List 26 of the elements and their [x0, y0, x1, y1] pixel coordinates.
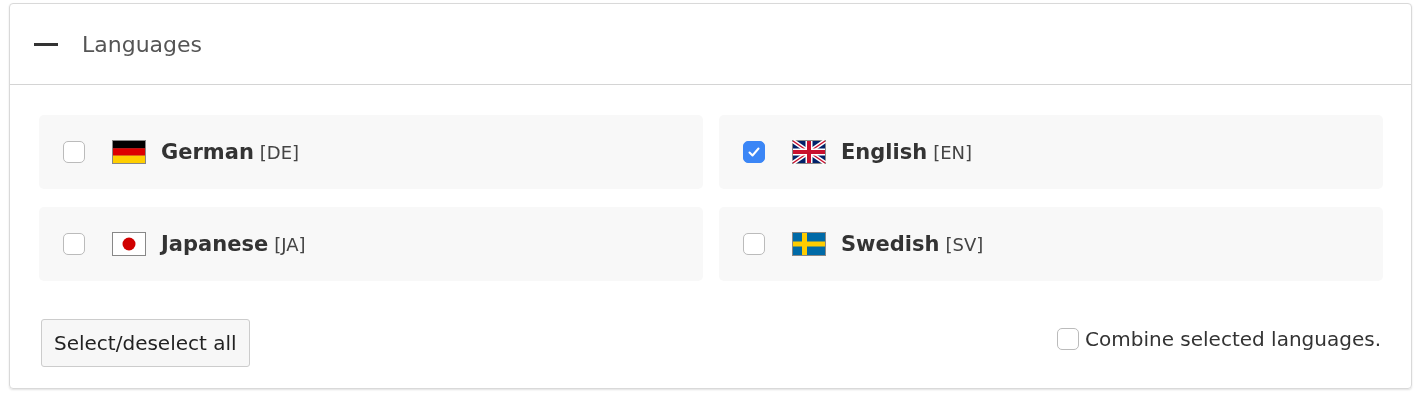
language-name: German: [161, 140, 254, 164]
select-all-button[interactable]: Select/deselect all: [41, 319, 250, 367]
collapse-icon[interactable]: [34, 42, 58, 46]
checkbox[interactable]: [743, 233, 765, 255]
checkbox[interactable]: [63, 233, 85, 255]
flag-icon: [111, 231, 147, 257]
language-option[interactable]: German [DE]: [39, 115, 703, 189]
language-option[interactable]: English [EN]: [719, 115, 1383, 189]
language-option[interactable]: Japanese [JA]: [39, 207, 703, 281]
language-code: [EN]: [933, 141, 973, 163]
language-code: [SV]: [945, 233, 984, 255]
flag-icon: [791, 231, 827, 257]
flag-icon: [111, 139, 147, 165]
flag-icon: [791, 139, 827, 165]
checkbox[interactable]: [1057, 328, 1080, 350]
language-code: [DE]: [259, 141, 300, 163]
language-name: Swedish: [841, 232, 940, 256]
checkbox-label: Combine selected languages.: [1085, 327, 1381, 351]
panel-title: Languages: [82, 31, 203, 57]
checkmark-icon: [746, 144, 762, 160]
checkbox[interactable]: [743, 141, 765, 163]
language-option[interactable]: Swedish [SV]: [719, 207, 1383, 281]
language-code: [JA]: [274, 233, 306, 255]
checkbox[interactable]: [63, 141, 85, 163]
language-name: Japanese: [161, 232, 269, 256]
language-name: English: [841, 140, 928, 164]
